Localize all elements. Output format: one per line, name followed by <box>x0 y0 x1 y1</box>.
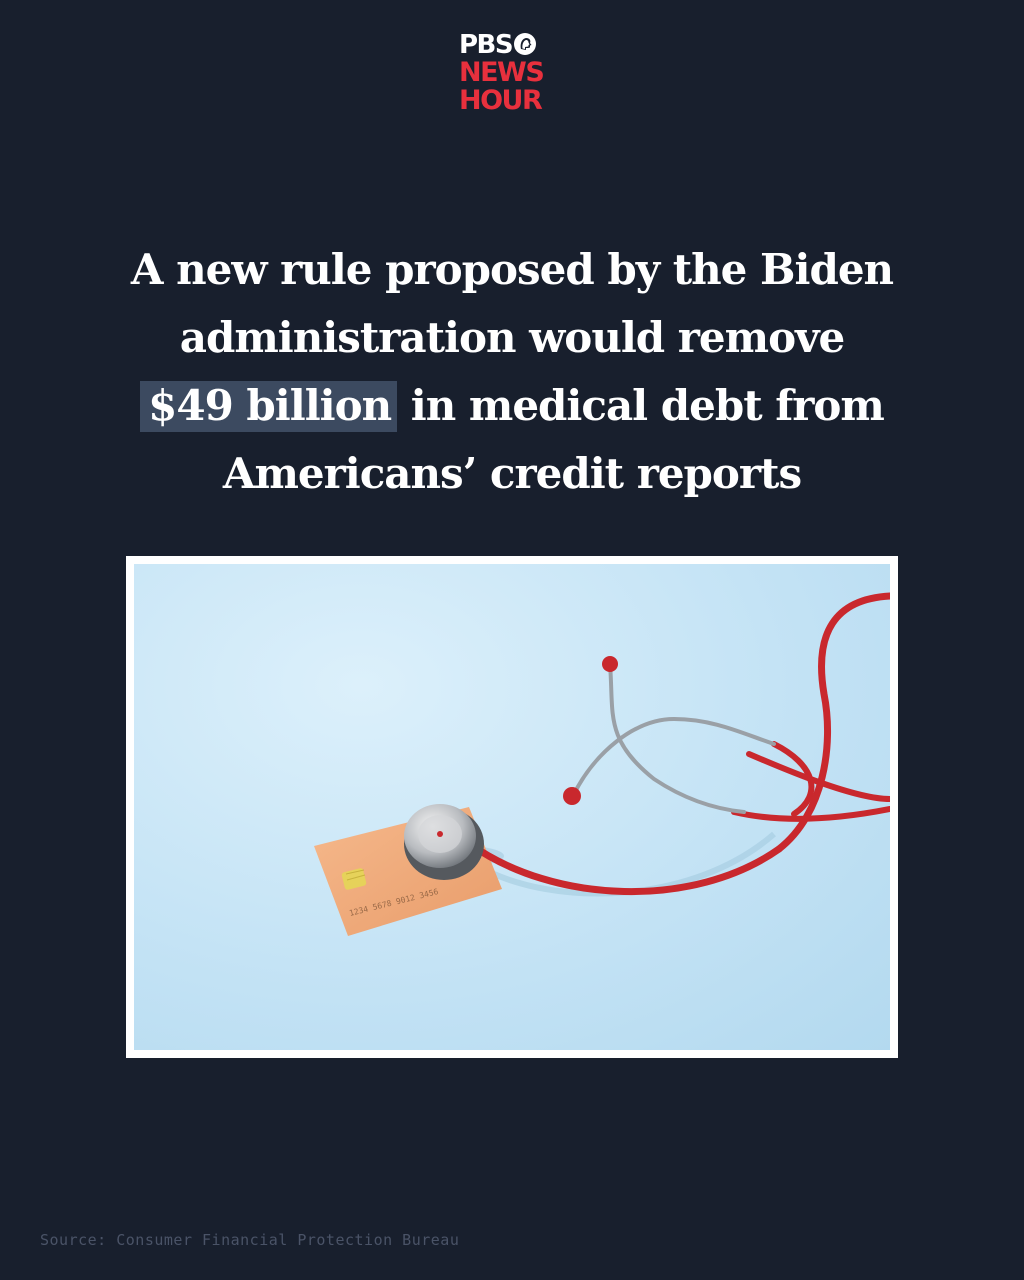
logo-hour-text: HOUR <box>459 85 543 116</box>
logo-pbs-text: PBS <box>459 30 514 60</box>
source-credit: Source: Consumer Financial Protection Bu… <box>40 1231 460 1249</box>
pbs-newshour-logo: PBS NEWS HOUR <box>459 31 563 123</box>
stethoscope-credit-card-image: 1234 5678 9012 3456 <box>134 564 890 1050</box>
headline-line-2: administration would remove <box>179 313 845 362</box>
headline-line-3: $49 billion in medical debt from <box>40 372 984 440</box>
pbs-head-icon <box>514 33 537 55</box>
headline-line-1: A new rule proposed by the Biden <box>130 245 894 294</box>
photo-frame: 1234 5678 9012 3456 <box>126 556 898 1058</box>
headline-line-3-rest: in medical debt from <box>397 381 885 430</box>
headline-line-4: Americans’ credit reports <box>222 449 802 498</box>
logo-news-text: NEWS <box>459 57 545 88</box>
headline: A new rule proposed by the Biden adminis… <box>40 236 984 508</box>
stethoscope-illustration: 1234 5678 9012 3456 <box>314 592 890 936</box>
headline-highlight: $49 billion <box>140 381 398 432</box>
